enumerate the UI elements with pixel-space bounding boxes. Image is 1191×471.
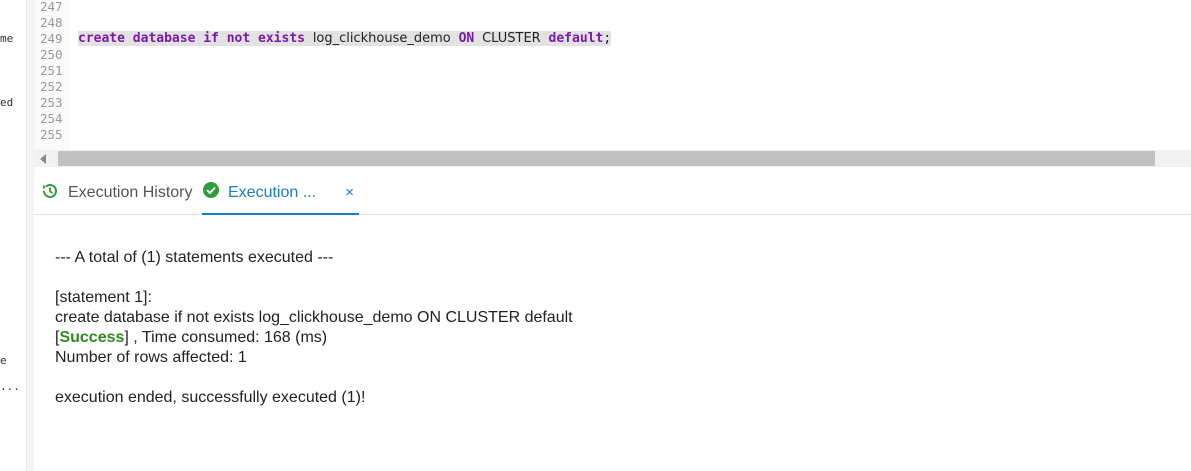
execution-ended: execution ended, successfully executed (…	[55, 389, 366, 406]
execution-output: --- A total of (1) statements executed -…	[34, 215, 1191, 471]
sidebar-fragment: me	[0, 32, 14, 45]
sql-keyword: create database if not exists	[78, 31, 305, 46]
sidebar-fragment: e	[0, 354, 7, 367]
result-line: [Success] , Time consumed: 168 (ms)	[55, 328, 327, 348]
tab-execution-history[interactable]: Execution History	[40, 172, 193, 214]
line-number: 250	[40, 47, 63, 62]
sql-editor[interactable]: 247 248 249 250 251 252 253 254 255 crea…	[34, 0, 1191, 150]
line-number: 252	[40, 79, 63, 94]
close-icon[interactable]: ×	[345, 184, 354, 201]
line-number: 247	[40, 0, 63, 14]
selected-statement: create database if not exists log_clickh…	[78, 31, 612, 46]
success-check-icon	[202, 181, 220, 204]
line-number: 254	[40, 111, 63, 126]
history-icon	[40, 181, 60, 206]
tab-label: Execution History	[68, 184, 193, 201]
line-number-gutter: 247 248 249 250 251 252 253 254 255	[34, 0, 70, 150]
sidebar-fragment: ed	[0, 96, 14, 109]
line-number: 251	[40, 63, 63, 78]
line-number: 255	[40, 127, 63, 142]
line-number: 248	[40, 15, 63, 30]
line-number: 249	[40, 31, 63, 46]
result-timing: ] , Time consumed: 168 (ms)	[124, 329, 328, 346]
result-tabbar: Execution History Execution ... ×	[34, 172, 1191, 215]
sql-keyword: default	[548, 31, 604, 46]
sidebar-fragment: ...	[0, 380, 20, 393]
scrollbar-thumb[interactable]	[58, 151, 1155, 166]
tab-label: Execution ...	[228, 183, 317, 201]
rows-affected: Number of rows affected: 1	[55, 349, 247, 366]
statement-text: create database if not exists log_clickh…	[55, 309, 573, 326]
status-success: Success	[59, 329, 125, 346]
scroll-left-arrow-icon[interactable]	[40, 154, 46, 164]
statement-header: [statement 1]:	[55, 289, 152, 306]
sql-cluster-token: CLUSTER	[482, 31, 541, 46]
code-line-249[interactable]: create database if not exists log_clickh…	[78, 31, 612, 47]
left-sidebar: me ed e ...	[0, 0, 26, 471]
statement-terminator: ;	[603, 31, 612, 46]
sql-keyword: ON	[458, 31, 475, 46]
horizontal-scrollbar[interactable]	[34, 150, 1191, 167]
line-number: 253	[40, 95, 63, 110]
summary-line: --- A total of (1) statements executed -…	[55, 249, 334, 266]
tab-execution-result[interactable]: Execution ... ×	[202, 172, 359, 215]
database-name: log_clickhouse_demo	[312, 31, 451, 46]
